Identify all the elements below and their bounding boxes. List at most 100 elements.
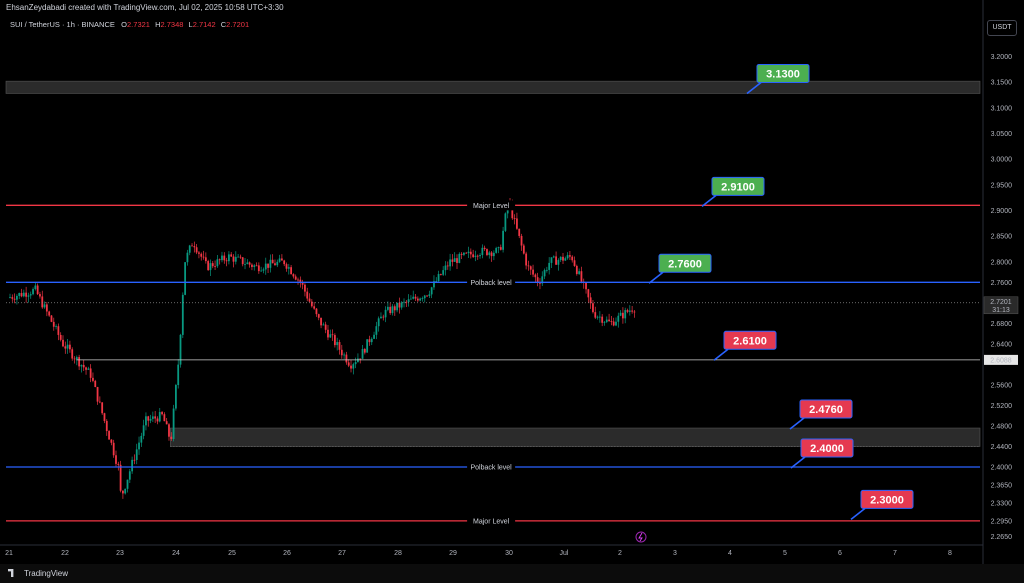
candle-body [350, 365, 352, 369]
candle-body [264, 263, 267, 270]
candle-body [234, 256, 237, 262]
candle-body [442, 270, 445, 275]
candle-body [502, 230, 504, 250]
candle-body [202, 256, 205, 258]
candle-body [384, 309, 387, 318]
price-chart[interactable]: Major Level Polback level Polback level Maj… [0, 0, 1024, 564]
candle-body [260, 270, 263, 272]
candle-body [149, 418, 152, 421]
candle-body [16, 295, 18, 300]
candle-body [622, 312, 624, 319]
zone-box[interactable] [5, 80, 981, 94]
candle-body [398, 302, 401, 308]
candle-body [566, 255, 569, 259]
candle-body [543, 270, 546, 277]
candle-body [569, 255, 571, 257]
candle-body [518, 228, 521, 236]
level-label: Major Level [473, 203, 510, 210]
candle-body [82, 364, 85, 368]
level-label: Polback level [470, 280, 512, 287]
candle-body [25, 292, 28, 297]
candle-body [78, 357, 81, 367]
candle-body [504, 213, 507, 231]
candle-body [373, 334, 375, 339]
candle-body [548, 262, 551, 270]
x-tick-label: 26 [283, 550, 291, 557]
candle-body [209, 263, 212, 271]
candle-body [331, 334, 334, 336]
zone-box[interactable] [170, 427, 981, 447]
candle-body [34, 285, 37, 290]
candle-body [377, 318, 380, 327]
candle-body [550, 257, 553, 263]
candle-body [444, 265, 447, 271]
candle-body [615, 321, 617, 326]
candle-body [151, 416, 154, 419]
y-tick-label: 2.5200 [991, 403, 1013, 410]
candle-body [414, 296, 417, 299]
candle-body [175, 385, 177, 409]
candle-body [624, 310, 627, 319]
candle-body [393, 306, 396, 311]
y-tick-label: 2.8500 [991, 234, 1013, 241]
candle-body [327, 329, 329, 338]
candle-body [322, 324, 325, 326]
candle-body [181, 294, 184, 335]
tradingview-brand[interactable]: TradingView [8, 569, 68, 578]
candle-body [340, 349, 343, 356]
y-tick-label: 3.2000 [991, 54, 1013, 61]
event-marker-icon[interactable] [635, 531, 647, 543]
candle-body [292, 274, 295, 277]
candle-body [430, 287, 433, 295]
candle-body [527, 265, 530, 267]
candle-body [585, 282, 587, 290]
candle-body [617, 315, 620, 322]
candle-body [363, 349, 366, 353]
candle-body [75, 357, 78, 360]
candle-body [608, 319, 610, 322]
candle-body [285, 264, 288, 269]
candle-body [69, 344, 71, 350]
candle-body [545, 269, 548, 271]
candle-body [255, 265, 258, 267]
x-tick-label: 6 [838, 550, 842, 557]
candle-body [108, 431, 110, 440]
candle-body [62, 339, 64, 347]
candle-body [105, 420, 108, 432]
candle-body [532, 269, 534, 275]
x-tick-label: 2 [618, 550, 622, 557]
candle-body [80, 364, 83, 367]
x-tick-label: 23 [116, 550, 124, 557]
candle-body [571, 256, 574, 261]
y-tick-label: 2.2950 [991, 518, 1013, 525]
candle-body [45, 304, 48, 312]
candle-body [421, 298, 424, 300]
candle-body [239, 256, 242, 258]
y-tick-label: 2.4400 [991, 444, 1013, 451]
candle-body [592, 303, 594, 313]
x-tick-label: 27 [338, 550, 346, 557]
candle-body [490, 252, 493, 257]
candle-body [52, 321, 55, 327]
candle-body [11, 297, 14, 299]
candle-body [193, 246, 196, 248]
candle-body [575, 265, 578, 274]
tag-3130-label: 3.1300 [766, 68, 800, 80]
candle-body [426, 295, 428, 297]
candle-body [191, 245, 193, 247]
candle-body [131, 459, 134, 472]
candle-body [170, 436, 173, 439]
candle-body [456, 258, 458, 263]
candle-body [310, 301, 313, 307]
candle-body [352, 364, 355, 369]
candle-body [142, 425, 145, 436]
candle-body [587, 289, 590, 298]
candle-body [580, 271, 583, 282]
candle-body [154, 416, 157, 419]
candle-body [32, 289, 34, 295]
candle-body [128, 471, 131, 480]
y-tick-label: 2.6800 [991, 321, 1013, 328]
y-tick-label: 2.4800 [991, 423, 1013, 430]
candle-body [391, 306, 394, 314]
candle-body [345, 354, 348, 363]
